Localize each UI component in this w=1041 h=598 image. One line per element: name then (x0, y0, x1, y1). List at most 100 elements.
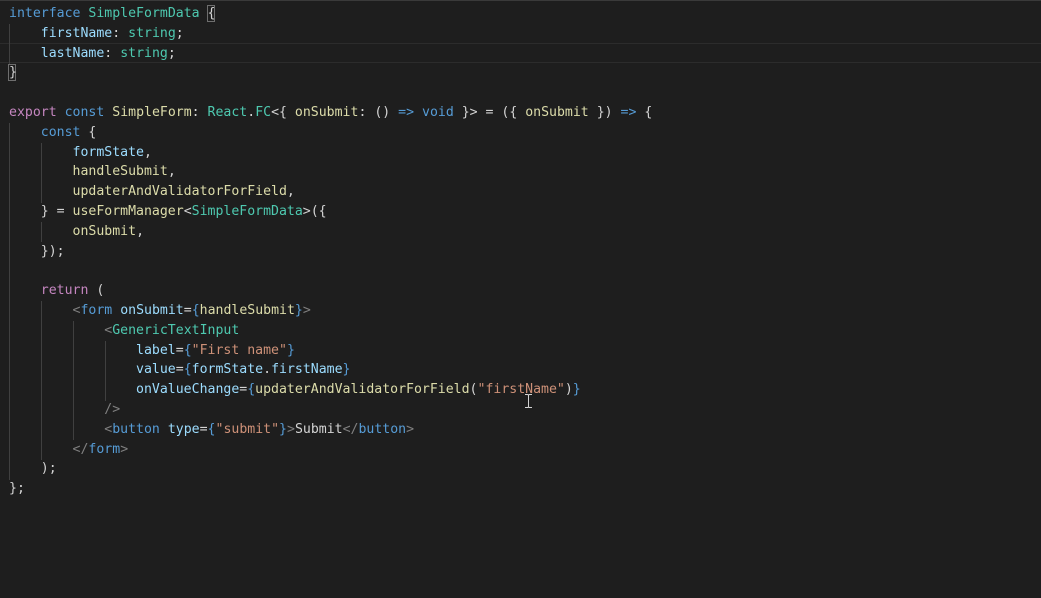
code-token: value (136, 362, 176, 378)
code-line-text: <button type={"submit"}>Submit</button> (9, 420, 414, 440)
code-token: ; (175, 25, 184, 41)
code-token: onSubmit (525, 105, 589, 120)
code-line-text: updaterAndValidatorForField, (9, 182, 295, 202)
code-line[interactable]: }); (0, 242, 1041, 262)
code-token: ( (88, 283, 105, 299)
code-token: handleSubmit (199, 303, 295, 318)
code-line[interactable]: updaterAndValidatorForField, (0, 182, 1041, 202)
code-line-text: export const SimpleForm: React.FC<{ onSu… (9, 103, 652, 123)
code-token: => (620, 105, 637, 120)
code-line[interactable]: <button type={"submit"}>Submit</button> (0, 420, 1041, 440)
code-editor[interactable]: interface SimpleFormData { firstName: st… (0, 0, 1041, 598)
code-token: firstName (271, 362, 343, 378)
code-token: SimpleForm (112, 105, 192, 120)
code-line[interactable]: </form> (0, 440, 1041, 460)
code-line-text: <GenericTextInput (9, 321, 239, 341)
code-line-text: firstName: string; (9, 24, 184, 44)
code-token: ; (167, 45, 176, 61)
code-line[interactable]: return ( (0, 281, 1041, 301)
code-token: button (358, 421, 407, 437)
code-line[interactable]: } = useFormManager<SimpleFormData>({ (0, 202, 1041, 222)
code-line[interactable]: }; (0, 479, 1041, 499)
code-line[interactable]: interface SimpleFormData { (0, 4, 1041, 24)
code-token: } (9, 65, 17, 81)
code-token: { (207, 421, 216, 437)
code-token: string (120, 45, 168, 61)
code-line-text: handleSubmit, (9, 162, 176, 182)
code-line-text: onValueChange={updaterAndValidatorForFie… (9, 380, 581, 400)
code-line-text: </form> (9, 440, 129, 460)
code-token: ( (469, 382, 478, 398)
i-beam-cursor-icon (525, 394, 532, 408)
code-token: handleSubmit (72, 164, 168, 180)
code-token: }; (9, 481, 25, 497)
code-line-text: return ( (9, 281, 105, 301)
code-token: lastName (40, 45, 105, 61)
code-line-text: label={"First name"} (9, 341, 295, 361)
code-token: }) (588, 105, 621, 120)
code-token: React (207, 105, 248, 120)
code-token: { (191, 303, 200, 318)
code-line[interactable]: const { (0, 123, 1041, 143)
code-token: type (167, 421, 200, 437)
code-line-text: } (9, 63, 17, 83)
code-line[interactable]: label={"First name"} (0, 341, 1041, 361)
code-token: < (183, 204, 192, 219)
code-line[interactable] (0, 83, 1041, 103)
code-token: export (9, 105, 57, 120)
code-token: onSubmit (72, 223, 137, 239)
code-line[interactable]: /> (0, 400, 1041, 420)
code-token: } = (9, 204, 73, 219)
code-token: = (175, 342, 184, 358)
code-token: label (136, 342, 176, 358)
code-line-text: onSubmit, (9, 222, 144, 242)
code-token: = (183, 303, 192, 318)
code-line[interactable] (0, 261, 1041, 281)
code-line[interactable]: handleSubmit, (0, 162, 1041, 182)
code-line[interactable]: firstName: string; (0, 24, 1041, 44)
code-token: interface (9, 6, 81, 21)
code-line[interactable]: formState, (0, 143, 1041, 163)
code-line[interactable]: onSubmit, (0, 222, 1041, 242)
code-token: > (286, 421, 295, 437)
code-token: { (183, 362, 192, 378)
code-token: }); (9, 243, 65, 259)
code-token: <{ (271, 105, 295, 120)
code-line[interactable]: export const SimpleForm: React.FC<{ onSu… (0, 103, 1041, 123)
code-token: </ (342, 421, 359, 437)
code-token: > (302, 303, 311, 318)
code-token: >({ (302, 204, 327, 219)
code-line[interactable]: ); (0, 459, 1041, 479)
code-token: } (286, 342, 295, 358)
code-token: formState (72, 144, 144, 160)
code-token: : (104, 45, 121, 61)
code-token: }> = ({ (453, 105, 526, 120)
code-line[interactable]: <GenericTextInput (0, 321, 1041, 341)
code-token: Submit (294, 421, 343, 437)
code-token: ) (564, 382, 573, 398)
code-line[interactable]: value={formState.firstName} (0, 360, 1041, 380)
code-token: FC (255, 105, 272, 120)
code-line[interactable]: onValueChange={updaterAndValidatorForFie… (0, 380, 1041, 400)
code-token: . (263, 362, 272, 378)
code-token: "firstName" (477, 382, 565, 398)
code-line-text: <form onSubmit={handleSubmit}> (9, 301, 311, 321)
code-line[interactable]: } (0, 63, 1041, 83)
code-line[interactable]: <form onSubmit={handleSubmit}> (0, 301, 1041, 321)
code-line[interactable]: lastName: string; (0, 44, 1041, 64)
code-line-text: formState, (9, 143, 152, 163)
